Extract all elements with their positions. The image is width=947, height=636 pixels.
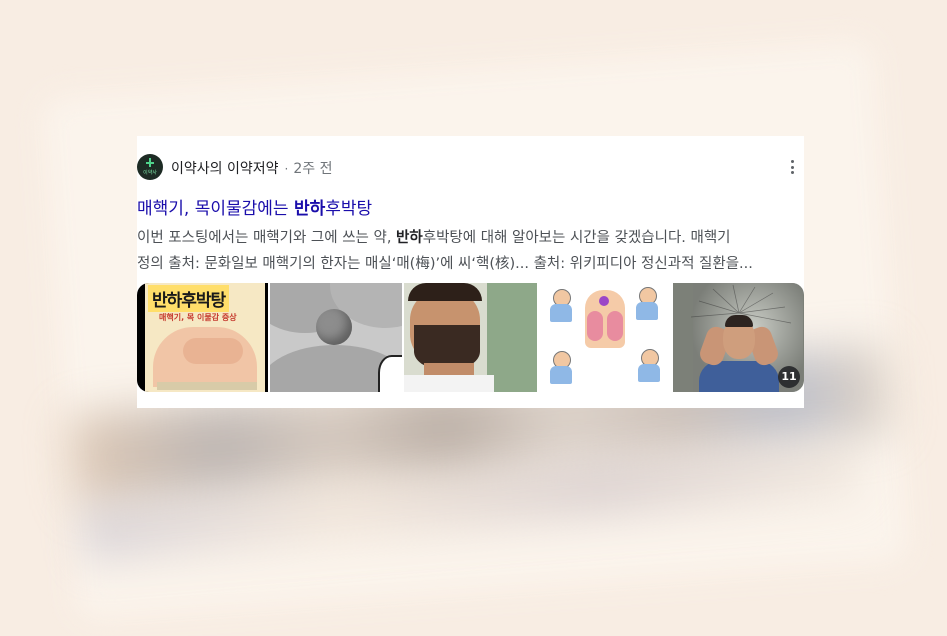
title-highlight: 반하 [293, 199, 326, 219]
poster-footer [157, 382, 257, 390]
image-count-badge[interactable]: 11 [778, 366, 800, 388]
thumbnail-4[interactable] [539, 283, 671, 392]
snippet-line-1: 이번 포스팅에서는 매핵기와 그에 쓰는 약, 반하후박탕에 대해 알아보는 시… [137, 225, 804, 251]
title-text: 매핵기, 목이물감에는 [137, 199, 294, 219]
image-thumbnails: 반하후박탕 매핵기, 목 이물감 증상 11 [137, 283, 804, 392]
separator: · [284, 162, 289, 176]
thumbnail-3[interactable] [404, 283, 537, 392]
pharmacy-cross-icon [146, 158, 154, 168]
cartoon-figure [547, 289, 575, 323]
snippet-highlight: 반하 [396, 230, 423, 246]
man-shirt [699, 361, 779, 392]
lump-illustration [316, 309, 352, 345]
snippet-text-end: 후박탕에 대해 알아보는 시간을 갖겠습니다. 매핵기 [422, 230, 731, 246]
search-result-card: 이약사 이약사의 이약저약 · 2주 전 매핵기, 목이물감에는 반하후박탕 이번 … [137, 136, 804, 408]
thumbnail-1-heading: 반하후박탕 [148, 285, 230, 312]
result-snippet: 이번 포스팅에서는 매핵기와 그에 쓰는 약, 반하후박탕에 대해 알아보는 시… [137, 225, 804, 277]
man-hair [725, 315, 753, 327]
title-text-end: 후박탕 [325, 199, 373, 219]
man-shirt [404, 375, 494, 392]
more-options-icon[interactable] [780, 154, 804, 180]
site-avatar[interactable]: 이약사 [137, 154, 163, 180]
man-hair [408, 283, 482, 301]
avatar-text: 이약사 [143, 170, 157, 176]
cartoon-figure [635, 349, 663, 383]
lung-right [607, 311, 623, 341]
lung-left [587, 311, 603, 341]
time-ago: 2주 전 [293, 161, 333, 177]
result-title-link[interactable]: 매핵기, 목이물감에는 반하후박탕 [137, 194, 372, 219]
thumbnail-1[interactable]: 반하후박탕 매핵기, 목 이물감 증상 [137, 283, 268, 392]
cartoon-figure [633, 287, 661, 321]
source-name[interactable]: 이약사의 이약저약 [171, 161, 279, 177]
throat-marker [599, 296, 609, 306]
snippet-text: 이번 포스팅에서는 매핵기와 그에 쓰는 약, [137, 230, 397, 246]
thumbnail-1-poster: 반하후박탕 매핵기, 목 이물감 증상 [145, 283, 265, 392]
thumbnail-2[interactable] [270, 283, 402, 392]
source-line[interactable]: 이약사의 이약저약 · 2주 전 [171, 158, 332, 178]
photo-background [487, 283, 537, 392]
cartoon-face [378, 355, 402, 392]
thumbnail-5[interactable]: 11 [673, 283, 804, 392]
snippet-line-2: 정의 출처: 문화일보 매핵기의 한자는 매실‘매(梅)’에 씨‘핵(核)...… [137, 256, 753, 272]
thumbnail-1-subtitle: 매핵기, 목 이물감 증상 [159, 313, 237, 322]
cartoon-figure [547, 351, 575, 385]
hand-illustration [183, 338, 243, 364]
result-header: 이약사 이약사의 이약저약 · 2주 전 [137, 154, 804, 180]
